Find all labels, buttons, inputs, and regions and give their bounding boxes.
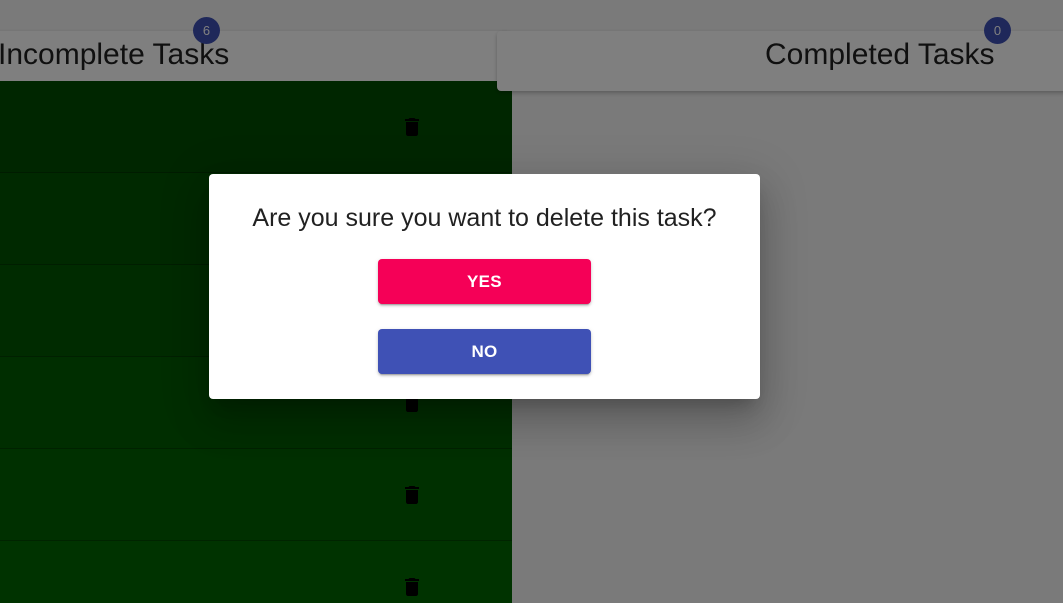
yes-button[interactable]: YES [378, 259, 591, 304]
delete-confirm-dialog: Are you sure you want to delete this tas… [209, 174, 760, 399]
task-board-page: Incomplete Tasks 6 Completed Tasks 0 Are… [0, 0, 1063, 603]
dialog-title: Are you sure you want to delete this tas… [252, 204, 717, 232]
no-button[interactable]: NO [378, 329, 591, 374]
